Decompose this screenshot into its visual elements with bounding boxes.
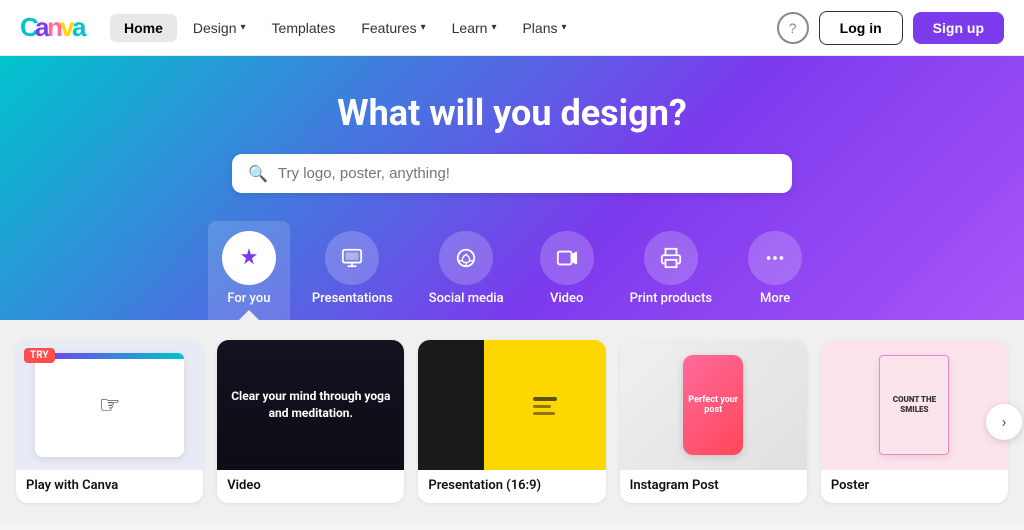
category-for-you[interactable]: For you xyxy=(208,221,290,320)
try-badge: TRY xyxy=(24,348,55,363)
category-print-products[interactable]: Print products xyxy=(616,221,726,320)
signup-button[interactable]: Sign up xyxy=(913,12,1004,44)
card-thumb-play: TRY ☞ xyxy=(16,340,203,470)
card-thumb-video: Clear your mind through yoga and meditat… xyxy=(217,340,404,470)
card-thumb-poster: COUNT THE SMILES xyxy=(821,340,1008,470)
nav-templates-label: Templates xyxy=(272,20,336,36)
pres-right xyxy=(484,385,606,425)
card-presentation-label: Presentation (16:9) xyxy=(418,470,605,503)
presentations-icon xyxy=(325,231,379,285)
print-products-icon xyxy=(644,231,698,285)
nav-features-label: Features xyxy=(361,20,416,36)
video-icon xyxy=(540,231,594,285)
login-button[interactable]: Log in xyxy=(819,11,903,45)
category-social-media[interactable]: Social media xyxy=(415,221,518,320)
card-thumb-presentation xyxy=(418,340,605,470)
more-label: More xyxy=(760,291,790,306)
learn-chevron-icon: ▾ xyxy=(491,22,496,33)
nav-plans[interactable]: Plans ▾ xyxy=(510,14,578,42)
logo[interactable]: C a n v a xyxy=(20,14,90,42)
search-bar: 🔍 xyxy=(232,154,792,193)
home-nav-button[interactable]: Home xyxy=(110,14,177,42)
nav-items: Design ▾ Templates Features ▾ Learn ▾ Pl… xyxy=(181,14,777,42)
category-presentations[interactable]: Presentations xyxy=(298,221,407,320)
presentation-inner xyxy=(418,340,605,470)
search-icon: 🔍 xyxy=(248,164,268,183)
for-you-icon xyxy=(222,231,276,285)
presentations-label: Presentations xyxy=(312,291,393,306)
nav-learn-label: Learn xyxy=(452,20,488,36)
nav-design[interactable]: Design ▾ xyxy=(181,14,258,42)
cards-row: TRY ☞ Play with Canva Clear your mind th… xyxy=(16,340,1008,503)
instagram-inner: Perfect your post xyxy=(620,340,807,470)
phone-screen: Perfect your post xyxy=(683,355,743,455)
nav-features[interactable]: Features ▾ xyxy=(349,14,437,42)
nav-design-label: Design xyxy=(193,20,237,36)
nav-templates[interactable]: Templates xyxy=(260,14,348,42)
social-media-label: Social media xyxy=(429,291,504,306)
hero-title: What will you design? xyxy=(337,92,687,134)
card-play-label: Play with Canva xyxy=(16,470,203,503)
more-icon xyxy=(748,231,802,285)
active-indicator xyxy=(239,310,259,320)
pres-left xyxy=(418,340,484,470)
video-label: Video xyxy=(550,291,583,306)
poster-mock: COUNT THE SMILES xyxy=(879,355,949,455)
for-you-label: For you xyxy=(227,291,270,306)
phone-mock: Perfect your post xyxy=(683,355,743,455)
nav-right: ? Log in Sign up xyxy=(777,11,1004,45)
category-video[interactable]: Video xyxy=(526,221,608,320)
print-products-label: Print products xyxy=(630,291,712,306)
card-poster-label: Poster xyxy=(821,470,1008,503)
play-card-inner: ☞ xyxy=(35,353,185,457)
card-video[interactable]: Clear your mind through yoga and meditat… xyxy=(217,340,404,503)
social-media-icon xyxy=(439,231,493,285)
cursor-icon: ☞ xyxy=(99,391,121,419)
content-section: TRY ☞ Play with Canva Clear your mind th… xyxy=(0,320,1024,523)
video-card-inner: Clear your mind through yoga and meditat… xyxy=(217,340,404,470)
card-presentation[interactable]: Presentation (16:9) xyxy=(418,340,605,503)
card-instagram-label: Instagram Post xyxy=(620,470,807,503)
category-tabs: For you Presentations Social xyxy=(208,221,816,320)
card-instagram[interactable]: Perfect your post Instagram Post xyxy=(620,340,807,503)
next-arrow-button[interactable]: › xyxy=(986,404,1022,440)
card-poster[interactable]: COUNT THE SMILES Poster xyxy=(821,340,1008,503)
category-more[interactable]: More xyxy=(734,221,816,320)
features-chevron-icon: ▾ xyxy=(421,22,426,33)
svg-text:a: a xyxy=(72,14,87,42)
nav-plans-label: Plans xyxy=(522,20,557,36)
search-input[interactable] xyxy=(278,165,776,182)
poster-inner: COUNT THE SMILES xyxy=(821,340,1008,470)
card-thumb-instagram: Perfect your post xyxy=(620,340,807,470)
nav-learn[interactable]: Learn ▾ xyxy=(440,14,509,42)
hero-section: What will you design? 🔍 For you xyxy=(0,56,1024,320)
navbar: C a n v a Home Design ▾ Templates Featur… xyxy=(0,0,1024,56)
card-play-canva[interactable]: TRY ☞ Play with Canva xyxy=(16,340,203,503)
plans-chevron-icon: ▾ xyxy=(562,22,567,33)
card-video-label: Video xyxy=(217,470,404,503)
design-chevron-icon: ▾ xyxy=(241,22,246,33)
help-button[interactable]: ? xyxy=(777,12,809,44)
